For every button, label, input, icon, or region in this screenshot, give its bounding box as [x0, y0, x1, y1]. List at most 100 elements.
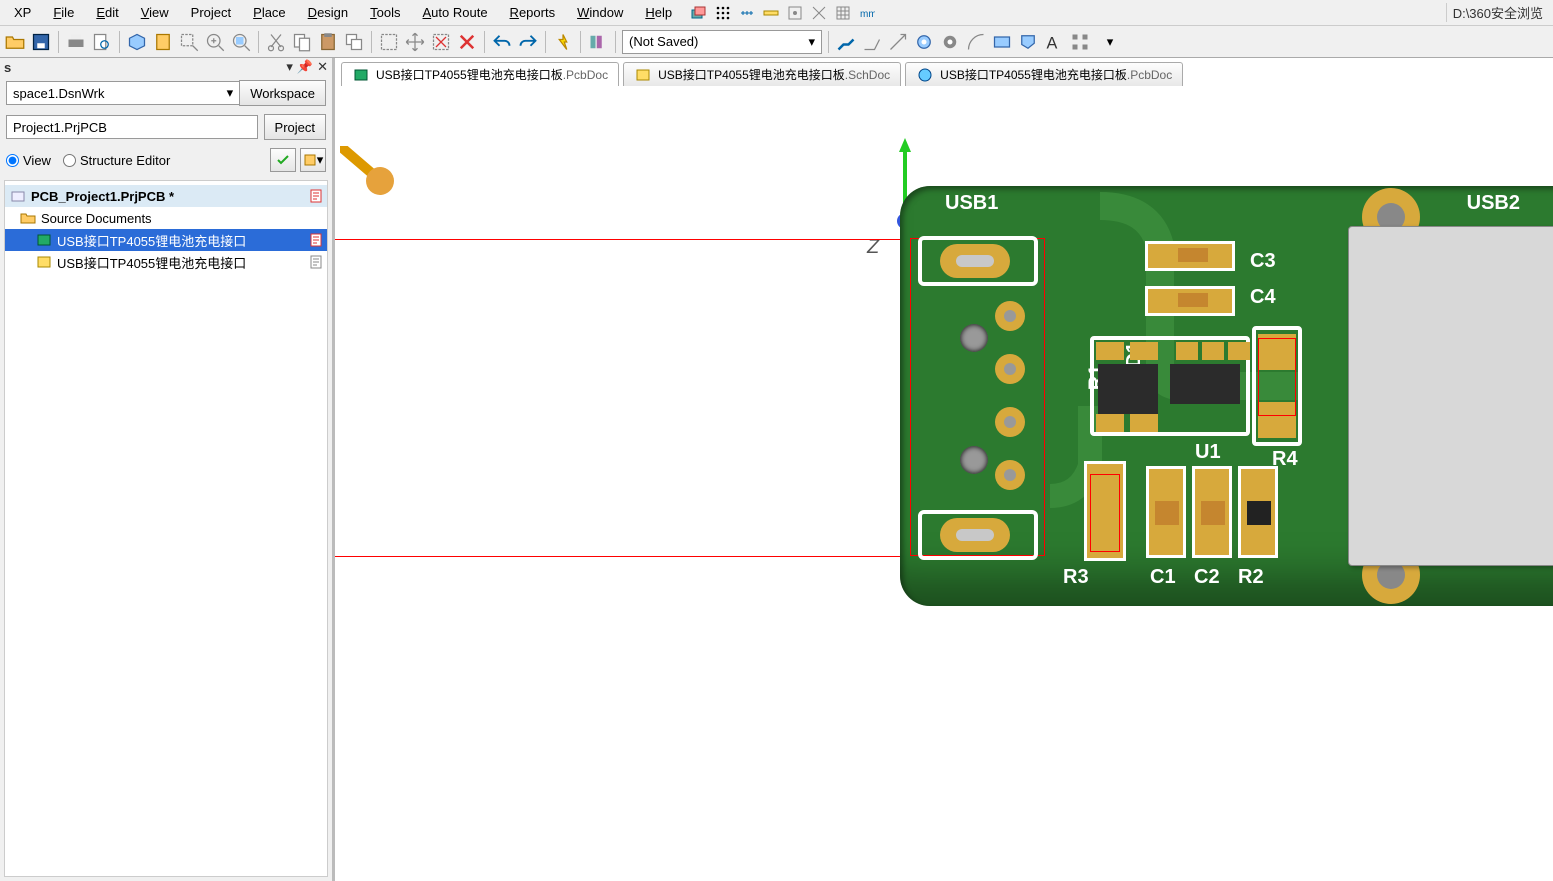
fill-icon[interactable] [991, 31, 1013, 53]
deselect-icon[interactable] [430, 31, 452, 53]
menubar: XP File Edit View Project Place Design T… [0, 0, 1553, 26]
save-icon[interactable] [30, 31, 52, 53]
workspace-button[interactable]: Workspace [239, 80, 326, 106]
zoom-in-icon[interactable] [204, 31, 226, 53]
silk-u1: U1 [1195, 441, 1221, 464]
clear-icon[interactable] [456, 31, 478, 53]
close-icon[interactable]: ✕ [317, 59, 328, 75]
preview-icon[interactable] [91, 31, 113, 53]
cut-icon[interactable] [265, 31, 287, 53]
workspace-input[interactable] [6, 81, 243, 105]
tree-doc1-label: USB接口TP4055锂电池充电接口 [57, 231, 246, 250]
tree-doc-sch[interactable]: USB接口TP4055锂电池充电接口 [5, 251, 327, 273]
tab-label: USB接口TP4055锂电池充电接口板.SchDoc [658, 66, 890, 83]
ruler-icon[interactable] [762, 4, 780, 22]
chevron-down-icon[interactable]: ▾ [227, 85, 234, 101]
ic-pad [1130, 342, 1158, 360]
libs-icon[interactable] [587, 31, 609, 53]
undo-icon[interactable] [491, 31, 513, 53]
poly-icon[interactable] [1017, 31, 1039, 53]
zoom-area-icon[interactable] [178, 31, 200, 53]
zoom-sel-icon[interactable] [230, 31, 252, 53]
sheet-icon[interactable] [152, 31, 174, 53]
paste-icon[interactable] [317, 31, 339, 53]
chevron-down-icon: ▾ [808, 34, 815, 50]
units-icon[interactable]: mm [858, 4, 876, 22]
menu-autoroute[interactable]: Auto Route [413, 3, 498, 22]
layers-icon[interactable] [690, 4, 708, 22]
ic-body [1098, 364, 1158, 414]
grid-dots-icon[interactable] [714, 4, 732, 22]
redo-icon[interactable] [517, 31, 539, 53]
snap2-icon[interactable] [810, 4, 828, 22]
menu-project[interactable]: Project [181, 3, 241, 22]
menu-view[interactable]: View [131, 3, 179, 22]
menu-tools[interactable]: Tools [360, 3, 410, 22]
snap1-icon[interactable] [786, 4, 804, 22]
tree-project-root[interactable]: PCB_Project1.PrjPCB * [5, 185, 327, 207]
dropdown-end-icon[interactable]: ▾ [1099, 31, 1121, 53]
tab-label: USB接口TP4055锂电池充电接口板.PcbDoc [940, 66, 1172, 83]
tree-doc-pcb[interactable]: USB接口TP4055锂电池充电接口 [5, 229, 327, 251]
via-icon[interactable] [939, 31, 961, 53]
tree-opt2-icon[interactable]: ▾ [300, 148, 326, 172]
config-combo[interactable]: (Not Saved) ▾ [622, 30, 822, 54]
pcb-3d-view[interactable]: Z Y USB1 USB2 R1 LED1 [335, 86, 1553, 881]
tab-pcb3d[interactable]: USB接口TP4055锂电池充电接口板.PcbDoc [905, 62, 1183, 86]
box-icon[interactable] [126, 31, 148, 53]
schdoc-icon [634, 66, 652, 84]
print-icon[interactable] [65, 31, 87, 53]
pcbdoc-icon [35, 231, 53, 249]
document-tabs: USB接口TP4055锂电池充电接口板.PcbDoc USB接口TP4055锂电… [335, 58, 1553, 86]
extent-line [335, 556, 900, 557]
menu-window[interactable]: Window [567, 3, 633, 22]
silk-usb1: USB1 [945, 192, 998, 215]
menu-design[interactable]: Design [298, 3, 358, 22]
arc-icon[interactable] [965, 31, 987, 53]
modified-icon [309, 189, 323, 203]
copy-icon[interactable] [291, 31, 313, 53]
modified-icon [309, 233, 323, 247]
radio-structure-editor[interactable]: Structure Editor [63, 153, 170, 168]
run-icon[interactable] [552, 31, 574, 53]
panel-menu-icon[interactable]: ▾ [286, 59, 293, 75]
menu-edit[interactable]: Edit [86, 3, 128, 22]
pcb-board: USB1 USB2 R1 LED1 C3 C4 U1 R4 R3 C1 C2 R… [900, 186, 1553, 606]
menu-file[interactable]: File [43, 3, 84, 22]
editor-canvas[interactable]: USB接口TP4055锂电池充电接口板.PcbDoc USB接口TP4055锂电… [335, 58, 1553, 881]
tree-opt1-icon[interactable] [270, 148, 296, 172]
tab-schdoc[interactable]: USB接口TP4055锂电池充电接口板.SchDoc [623, 62, 901, 86]
route-icon[interactable] [835, 31, 857, 53]
angle-icon[interactable] [861, 31, 883, 53]
via [995, 460, 1025, 490]
tab-pcbdoc[interactable]: USB接口TP4055锂电池充电接口板.PcbDoc [341, 62, 619, 86]
svg-text:A: A [1047, 34, 1058, 52]
grid-lines-icon[interactable] [834, 4, 852, 22]
menu-dxp[interactable]: XP [4, 3, 41, 22]
menu-reports[interactable]: Reports [500, 3, 566, 22]
project-tree[interactable]: PCB_Project1.PrjPCB * Source Documents U… [4, 180, 328, 877]
via [995, 301, 1025, 331]
select-rect-icon[interactable] [378, 31, 400, 53]
open-icon[interactable] [4, 31, 26, 53]
tree-source-documents[interactable]: Source Documents [5, 207, 327, 229]
drill-hole [960, 324, 988, 352]
silk-usb2: USB2 [1467, 192, 1520, 215]
pin-icon[interactable]: 📌 [297, 59, 313, 75]
menu-place[interactable]: Place [243, 3, 296, 22]
pad-icon[interactable] [913, 31, 935, 53]
project-button[interactable]: Project [264, 114, 326, 140]
project-icon [9, 187, 27, 205]
array-icon[interactable] [1069, 31, 1091, 53]
scale-icon[interactable] [887, 31, 909, 53]
schdoc-icon [35, 253, 53, 271]
duplicate-icon[interactable] [343, 31, 365, 53]
menu-help[interactable]: Help [635, 3, 682, 22]
string-icon[interactable]: A [1043, 31, 1065, 53]
move-icon[interactable] [404, 31, 426, 53]
radio-file-view[interactable]: View [6, 153, 51, 168]
project-input[interactable] [6, 115, 258, 139]
view-mode-row: View Structure Editor ▾ [0, 144, 332, 176]
meas-icon[interactable] [738, 4, 756, 22]
tree-root-label: PCB_Project1.PrjPCB * [31, 189, 174, 204]
